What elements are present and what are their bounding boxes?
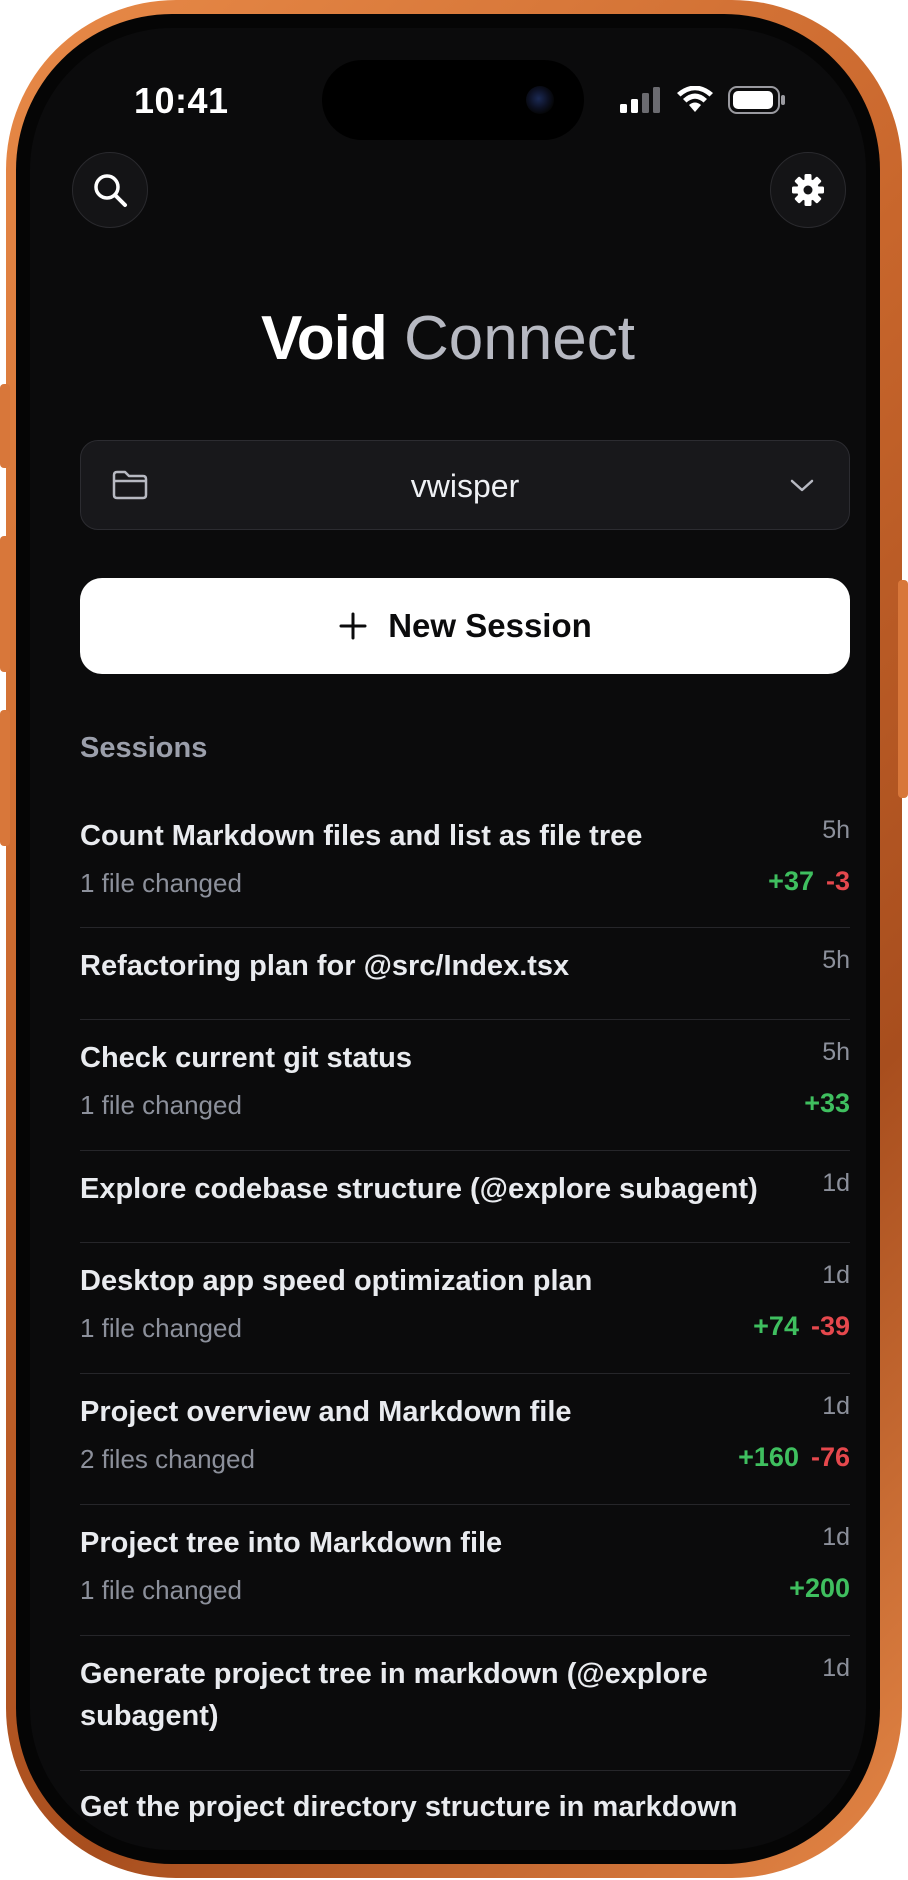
app-screen: 10:41 Void Connect vwisper New Session S… <box>30 28 866 1850</box>
app-title: Void Connect <box>30 308 866 370</box>
chevron-down-icon <box>790 479 814 492</box>
sessions-heading: Sessions <box>80 732 208 764</box>
session-age: 1d <box>822 1654 850 1682</box>
action-button <box>0 384 10 468</box>
gear-icon <box>792 174 824 206</box>
session-title: Check current git status <box>80 1042 412 1074</box>
session-subtitle: 1 file changed <box>80 1313 242 1343</box>
battery-icon <box>728 86 785 114</box>
session-subtitle: 1 file changed <box>80 1090 242 1120</box>
app-title-strong: Void <box>261 304 388 373</box>
settings-button[interactable] <box>770 152 846 228</box>
session-item[interactable]: Count Markdown files and list as file tr… <box>80 812 850 928</box>
dynamic-island <box>322 60 584 140</box>
project-dropdown[interactable]: vwisper <box>80 440 850 530</box>
session-title-line-2: subagent) <box>80 1700 219 1732</box>
session-title: Refactoring plan for @src/Index.tsx <box>80 950 570 982</box>
session-diff: +37 -3 <box>768 866 850 897</box>
session-subtitle: 1 file changed <box>80 1575 242 1605</box>
power-button <box>898 580 908 798</box>
session-item[interactable]: Refactoring plan for @src/Index.tsx 5h <box>80 928 850 1020</box>
session-subtitle: 1 file changed <box>80 868 242 898</box>
session-title-line-1: Generate project tree in markdown (@expl… <box>80 1658 708 1690</box>
project-name: vwisper <box>410 468 520 504</box>
diff-added: +200 <box>789 1573 850 1603</box>
session-age: 5h <box>822 1038 850 1066</box>
diff-added: +33 <box>804 1088 850 1118</box>
diff-added: +160 <box>738 1442 799 1472</box>
session-diff: +200 <box>789 1573 850 1604</box>
session-title: Desktop app speed optimization plan <box>80 1265 593 1297</box>
session-age: 5h <box>822 816 850 844</box>
cellular-signal-icon <box>620 87 660 113</box>
session-title: Get the project directory structure in m… <box>80 1791 738 1823</box>
session-diff: +33 <box>804 1088 850 1119</box>
session-item[interactable]: Project overview and Markdown file 1d 2 … <box>80 1374 850 1505</box>
session-age: 1d <box>822 1261 850 1289</box>
diff-added: +74 <box>753 1311 799 1341</box>
session-item[interactable]: Get the project directory structure in m… <box>80 1771 850 1850</box>
session-age: 1d <box>822 1169 850 1197</box>
session-title: Count Markdown files and list as file tr… <box>80 820 643 852</box>
wifi-icon <box>677 86 713 112</box>
new-session-button[interactable]: New Session <box>80 578 850 674</box>
session-item[interactable]: Desktop app speed optimization plan 1d 1… <box>80 1243 850 1374</box>
session-diff: +74 -39 <box>753 1311 850 1342</box>
session-title: Explore codebase structure (@explore sub… <box>80 1173 758 1205</box>
volume-up-button <box>0 536 10 672</box>
diff-removed: -3 <box>825 866 850 896</box>
session-age: 1d <box>822 1523 850 1551</box>
session-subtitle: 2 files changed <box>80 1444 255 1474</box>
session-item[interactable]: Explore codebase structure (@explore sub… <box>80 1151 850 1243</box>
session-age: 1d <box>822 1392 850 1420</box>
search-button[interactable] <box>72 152 148 228</box>
volume-down-button <box>0 710 10 846</box>
app-title-light: Connect <box>404 304 635 373</box>
session-item[interactable]: Check current git status 5h 1 file chang… <box>80 1020 850 1151</box>
session-diff: +160 -76 <box>738 1442 850 1473</box>
search-icon <box>94 174 127 207</box>
status-time: 10:41 <box>134 80 229 121</box>
diff-added: +37 <box>768 866 814 896</box>
diff-removed: -39 <box>810 1311 850 1341</box>
plus-icon <box>339 612 367 640</box>
session-item[interactable]: Generate project tree in markdown (@expl… <box>80 1636 850 1771</box>
session-list: Count Markdown files and list as file tr… <box>80 812 850 1850</box>
session-title: Project tree into Markdown file <box>80 1527 503 1559</box>
status-icons <box>620 80 786 120</box>
session-title: Project overview and Markdown file <box>80 1396 572 1428</box>
diff-removed: -76 <box>810 1442 850 1472</box>
camera-icon <box>526 86 554 114</box>
new-session-label: New Session <box>388 607 592 644</box>
session-item[interactable]: Project tree into Markdown file 1d 1 fil… <box>80 1505 850 1636</box>
session-age: 5h <box>822 946 850 974</box>
